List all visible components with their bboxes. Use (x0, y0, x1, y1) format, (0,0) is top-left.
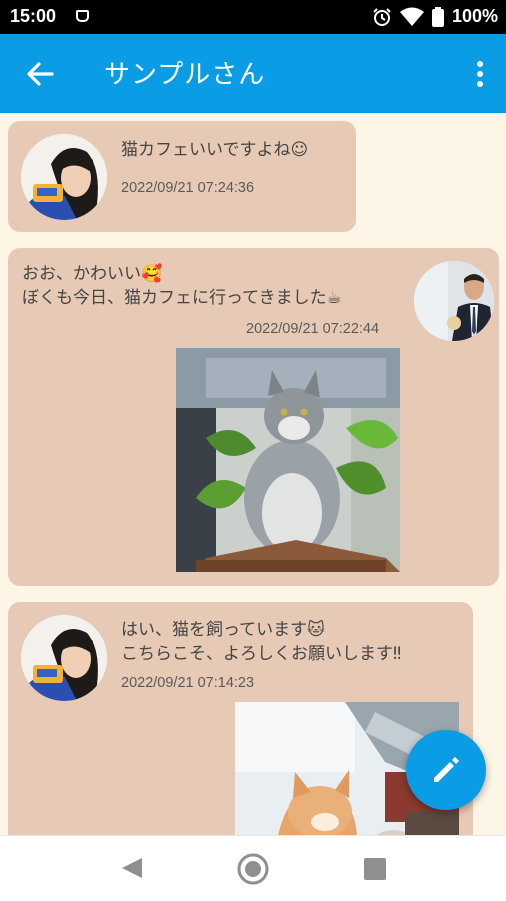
message-card: 猫カフェいいですよね☺ 2022/09/21 07:24:36 (8, 121, 356, 232)
status-icons: 100% (372, 6, 498, 27)
battery-percent: 100% (451, 6, 498, 26)
cat-photo[interactable] (176, 348, 400, 572)
wifi-icon (399, 7, 424, 26)
app-notification-icon (76, 10, 89, 22)
avatar[interactable] (21, 134, 107, 220)
system-nav-bar (0, 835, 506, 901)
message-card: おお、かわいい🥰 ぼくも今日、猫カフェに行ってきました☕ 2022/09/21 … (8, 248, 499, 586)
avatar[interactable] (414, 261, 494, 341)
message-timestamp: 2022/09/21 07:22:44 (246, 321, 380, 337)
more-vert-icon[interactable] (476, 60, 484, 88)
message-text: おお、かわいい🥰 ぼくも今日、猫カフェに行ってきました☕ (22, 264, 342, 308)
status-bar: 15:00 100% (0, 0, 506, 34)
avatar[interactable] (21, 615, 107, 701)
app-bar: サンプルさん (0, 34, 506, 113)
status-time: 15:00 (10, 6, 57, 26)
page-title: サンプルさん (104, 60, 266, 90)
message-card: はい、猫を飼っています🐱 こちらこそ、よろしくお願いします‼ 2022/09/2… (8, 602, 473, 835)
back-arrow-icon[interactable] (24, 58, 56, 90)
compose-fab[interactable] (406, 730, 486, 810)
message-text: はい、猫を飼っています🐱 こちらこそ、よろしくお願いします‼ (121, 620, 402, 664)
battery-icon (431, 6, 444, 27)
message-text: 猫カフェいいですよね☺ (121, 140, 309, 160)
alarm-icon (373, 7, 391, 26)
message-timestamp: 2022/09/21 07:24:36 (121, 180, 255, 196)
edit-pencil-icon (434, 757, 459, 782)
nav-recent-icon[interactable] (364, 858, 386, 880)
message-list[interactable]: 猫カフェいいですよね☺ 2022/09/21 07:24:36 おお、かわいい🥰… (0, 113, 506, 835)
nav-back-icon[interactable] (120, 856, 144, 880)
nav-home-icon[interactable] (236, 852, 270, 886)
message-timestamp: 2022/09/21 07:14:23 (121, 675, 255, 691)
